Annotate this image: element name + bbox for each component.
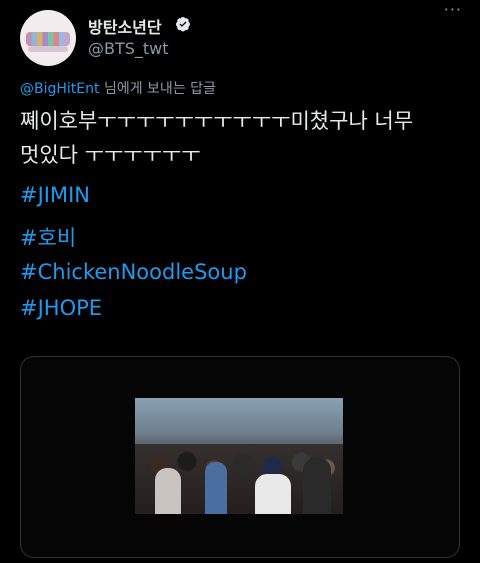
reply-context-label: 님에게 보내는 답글 <box>99 81 216 97</box>
media-card[interactable] <box>20 356 460 558</box>
tweet-text: 쪠이호부ㅜㅜㅜㅜㅜㅜㅜㅜㅜㅜ미쳤구나 너무 멋있다 ㅜㅜㅜㅜㅜㅜ <box>20 104 470 172</box>
thumbnail-figure <box>155 468 181 514</box>
more-options-icon[interactable]: ··· <box>444 0 462 19</box>
thumbnail-figure <box>303 458 331 514</box>
tweet-text-line: 쪠이호부ㅜㅜㅜㅜㅜㅜㅜㅜㅜㅜ미쳤구나 너무 <box>20 109 414 133</box>
reply-mention-link[interactable]: @BigHitEnt <box>20 81 100 97</box>
hashtag-link[interactable]: #호비 <box>20 222 76 252</box>
thumbnail-figure <box>205 462 227 514</box>
verified-badge-icon <box>176 17 190 32</box>
hashtag-link[interactable]: #JIMIN <box>20 183 90 207</box>
tweet-text-line: 멋있다 ㅜㅜㅜㅜㅜㅜ <box>20 143 201 167</box>
avatar[interactable] <box>20 10 76 66</box>
tweet-header: 방탄소년단 @BTS_twt ··· <box>20 0 461 66</box>
avatar-image <box>26 32 70 46</box>
avatar-image-detail <box>28 46 68 52</box>
display-name[interactable]: 방탄소년단 <box>88 14 162 38</box>
hashtag-link[interactable]: #JHOPE <box>20 296 102 320</box>
reply-context: @BigHitEnt 님에게 보내는 답글 <box>20 78 216 98</box>
video-thumbnail[interactable] <box>135 398 343 514</box>
user-handle[interactable]: @BTS_twt <box>88 39 169 58</box>
thumbnail-figure <box>255 474 291 514</box>
hashtag-link[interactable]: #ChickenNoodleSoup <box>20 260 247 284</box>
